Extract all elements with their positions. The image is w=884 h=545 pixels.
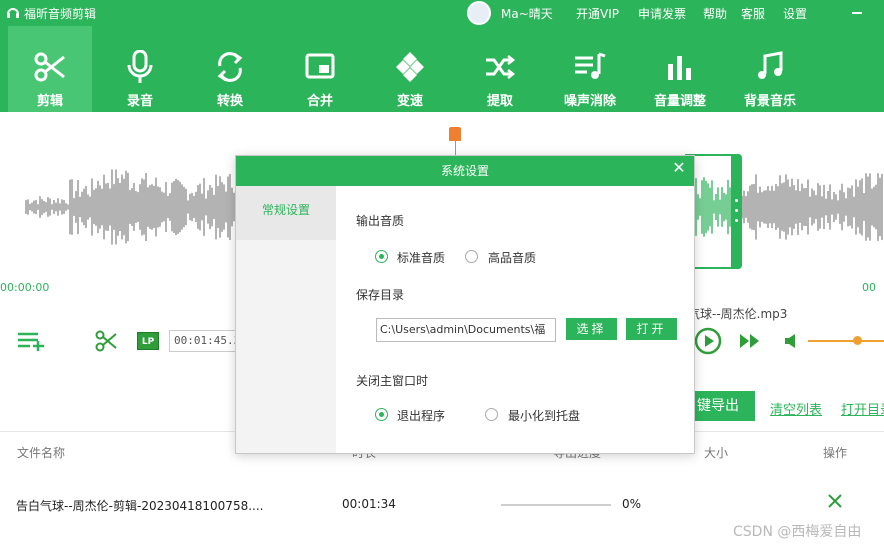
minimize-button[interactable] [852, 12, 862, 14]
tool-merge[interactable]: 合并 [278, 26, 362, 112]
label-minimize-tray: 最小化到托盘 [508, 409, 581, 423]
microphone-icon [127, 50, 153, 83]
headphones-logo-icon [7, 8, 19, 18]
tool-label: 噪声消除 [563, 94, 616, 109]
tool-label: 合并 [306, 94, 333, 109]
open-dir-button[interactable]: 打开 [626, 318, 677, 340]
time-end-label: 00 [862, 281, 876, 294]
tool-cut[interactable]: 剪辑 [8, 26, 92, 112]
tool-volume[interactable]: 音量调整 [638, 26, 722, 112]
watermark: CSDN @西梅爱自由 [733, 524, 862, 540]
time-start-label: 00:00:00 [0, 281, 50, 294]
save-dir-input[interactable]: C:\Users\admin\Documents\福 [376, 318, 556, 342]
menu-vip[interactable]: 开通VIP [576, 5, 619, 22]
fast-forward-icon[interactable] [740, 334, 760, 348]
row-progress-bar [501, 504, 611, 506]
volume-knob[interactable] [853, 336, 862, 345]
tool-extract[interactable]: 提取 [458, 26, 542, 112]
add-file-icon[interactable] [18, 331, 46, 351]
volume-icon[interactable] [784, 333, 802, 349]
choose-dir-button[interactable]: 选择 [566, 318, 617, 340]
row-filename: 告白气球--周杰伦-剪辑-20230418100758.... [16, 499, 264, 513]
tool-label: 剪辑 [36, 94, 63, 109]
app-title: 福昕音频剪辑 [24, 7, 97, 21]
col-actions: 操作 [823, 446, 848, 460]
title-bar: 福昕音频剪辑 Ma~晴天 开通VIP 申请发票 帮助 客服 设置 [0, 0, 884, 26]
volume-adjust-icon [668, 56, 691, 80]
tool-noise[interactable]: 噪声消除 [548, 26, 632, 112]
quality-heading: 输出音质 [356, 214, 405, 228]
dialog-title: 系统设置 [236, 156, 694, 186]
extract-icon [486, 55, 516, 79]
export-button[interactable]: 键导出 [693, 391, 755, 421]
play-icon[interactable] [694, 327, 722, 355]
tool-label: 转换 [216, 94, 243, 109]
tab-general-settings[interactable]: 常规设置 [236, 186, 336, 240]
app-window: 福昕音频剪辑 Ma~晴天 开通VIP 申请发票 帮助 客服 设置 剪辑 录音 转… [0, 0, 884, 545]
radio-high-quality[interactable] [465, 250, 478, 263]
tool-convert[interactable]: 转换 [188, 26, 272, 112]
close-icon[interactable]: ✕ [670, 159, 688, 177]
radio-exit-program[interactable] [375, 408, 388, 421]
tool-speed[interactable]: 变速 [368, 26, 452, 112]
open-folder-link[interactable]: 打开目录 [841, 399, 884, 418]
row-progress-text: 0% [622, 497, 642, 511]
time-input[interactable]: 00:01:45.3 [169, 330, 239, 352]
merge-icon [305, 53, 335, 79]
col-filename: 文件名称 [17, 446, 66, 460]
scissors-icon [34, 52, 65, 82]
tool-bgm[interactable]: 背景音乐 [728, 26, 812, 112]
label-exit-program: 退出程序 [397, 409, 446, 423]
label-standard-quality: 标准音质 [397, 251, 446, 265]
tool-label: 背景音乐 [743, 94, 796, 109]
col-size: 大小 [704, 446, 729, 460]
settings-dialog: 系统设置 ✕ 常规设置 输出音质 标准音质 高品音质 保存目录 C:\Users… [235, 155, 695, 454]
radio-standard-quality[interactable] [375, 250, 388, 263]
current-file-name: 气球--周杰伦.mp3 [688, 307, 788, 321]
loop-button[interactable]: LP [137, 332, 159, 350]
speed-icon [396, 52, 424, 82]
radio-minimize-tray[interactable] [485, 408, 498, 421]
close-behavior-heading: 关闭主窗口时 [356, 374, 429, 388]
cut-icon[interactable] [95, 330, 117, 352]
label-high-quality: 高品音质 [488, 251, 537, 265]
tool-label: 提取 [486, 94, 513, 109]
delete-row-icon[interactable] [827, 493, 843, 509]
clear-list-link[interactable]: 清空列表 [770, 399, 822, 418]
main-toolbar: 剪辑 录音 转换 合并 变速 提取 噪声消除 音量调整 背景音乐 [0, 26, 884, 112]
music-note-icon [758, 51, 783, 79]
menu-settings[interactable]: 设置 [783, 5, 807, 22]
tool-label: 录音 [126, 94, 153, 109]
noise-removal-icon [575, 52, 606, 79]
tool-label: 变速 [396, 94, 423, 109]
dialog-sidebar: 常规设置 [236, 186, 336, 453]
row-duration: 00:01:34 [342, 497, 396, 511]
menu-service[interactable]: 客服 [741, 5, 765, 22]
tool-record[interactable]: 录音 [98, 26, 182, 112]
volume-slider[interactable] [808, 340, 884, 342]
menu-invoice[interactable]: 申请发票 [638, 5, 686, 22]
menu-help[interactable]: 帮助 [703, 5, 727, 22]
selection-handle[interactable] [731, 154, 742, 269]
save-dir-heading: 保存目录 [356, 288, 405, 302]
avatar[interactable] [467, 1, 491, 25]
convert-icon [217, 52, 243, 82]
playhead-marker[interactable] [449, 127, 461, 141]
tool-label: 音量调整 [653, 94, 706, 109]
username[interactable]: Ma~晴天 [501, 5, 553, 22]
